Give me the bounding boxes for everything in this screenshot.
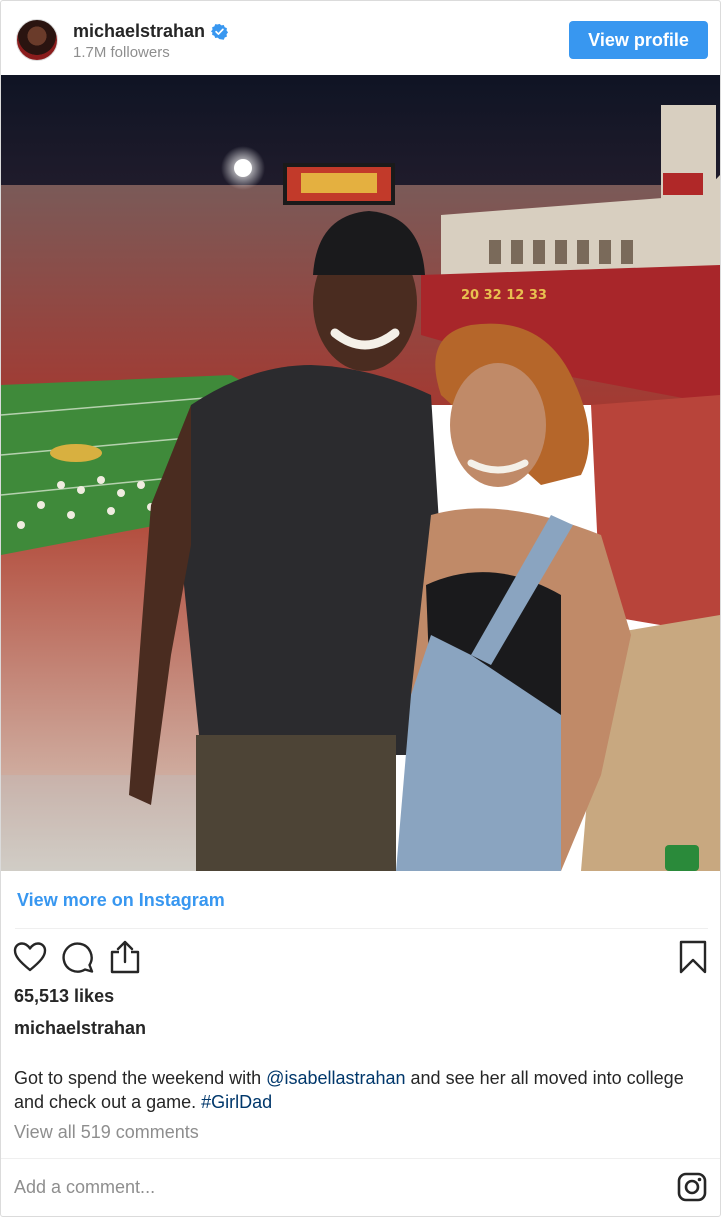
verified-badge-icon xyxy=(211,23,229,40)
username-row[interactable]: michaelstrahan xyxy=(73,21,229,42)
post-header: michaelstrahan 1.7M followers View profi… xyxy=(1,1,720,75)
heart-icon[interactable] xyxy=(13,941,47,973)
bookmark-icon[interactable] xyxy=(679,940,707,974)
instagram-logo-icon[interactable] xyxy=(677,1172,707,1202)
hashtag-link[interactable]: #GirlDad xyxy=(201,1092,272,1112)
follower-count: 1.7M followers xyxy=(73,44,170,61)
view-profile-button[interactable]: View profile xyxy=(569,21,708,59)
divider xyxy=(15,928,708,929)
like-count[interactable]: 65,513 likes xyxy=(14,986,114,1007)
caption-text: Got to spend the weekend with @isabellas… xyxy=(14,1066,704,1114)
add-comment-input[interactable]: Add a comment... xyxy=(14,1177,155,1198)
instagram-embed-card: michaelstrahan 1.7M followers View profi… xyxy=(0,0,721,1217)
comment-icon[interactable] xyxy=(61,940,95,974)
scoreboard-text: 20 32 12 33 xyxy=(461,288,547,303)
avatar[interactable] xyxy=(16,19,58,61)
username[interactable]: michaelstrahan xyxy=(73,21,205,42)
divider xyxy=(1,1158,720,1159)
view-more-on-instagram-link[interactable]: View more on Instagram xyxy=(17,890,225,911)
share-icon[interactable] xyxy=(109,939,141,975)
caption-text-start: Got to spend the weekend with xyxy=(14,1068,267,1088)
post-photo[interactable]: 20 32 12 33 xyxy=(1,75,720,871)
stadium-photo-illustration: 20 32 12 33 xyxy=(1,75,720,871)
mention-link[interactable]: @isabellastrahan xyxy=(266,1068,405,1088)
caption-username[interactable]: michaelstrahan xyxy=(14,1018,146,1039)
view-all-comments-link[interactable]: View all 519 comments xyxy=(14,1122,199,1143)
